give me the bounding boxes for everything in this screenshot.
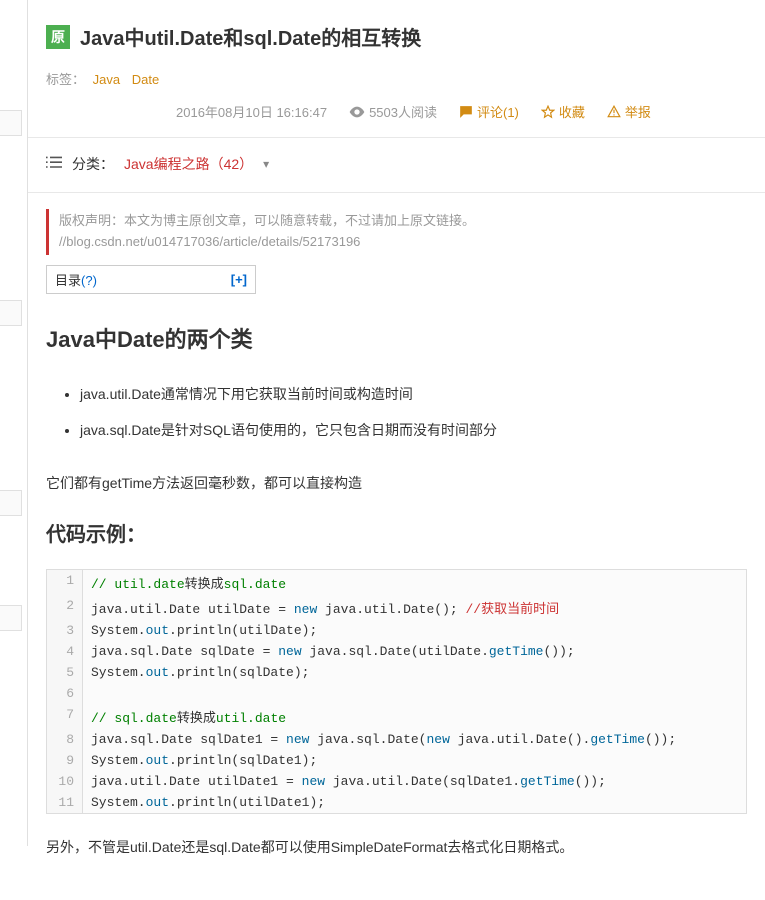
divider	[28, 137, 765, 138]
publish-date: 2016年08月10日 16:16:47	[176, 102, 327, 121]
category-label: 分类：	[72, 154, 114, 174]
toc-expand-button[interactable]: [+]	[231, 272, 247, 287]
left-sidebar-stubs	[0, 0, 28, 846]
section-heading-code: 代码示例：	[46, 518, 747, 547]
comments-link[interactable]: 评论(1)	[459, 102, 519, 121]
divider	[28, 192, 765, 193]
bullet-list: java.util.Date通常情况下用它获取当前时间或构造时间 java.sq…	[80, 376, 747, 449]
code-block: 1// util.date转换成sql.date 2java.util.Date…	[46, 569, 747, 814]
toc-help[interactable]: (?)	[81, 273, 97, 288]
original-badge: 原	[46, 25, 70, 49]
report-button[interactable]: 举报	[607, 102, 651, 121]
chevron-down-icon[interactable]: ▾	[263, 157, 269, 171]
paragraph: 它们都有getTime方法返回毫秒数，都可以直接构造	[46, 472, 747, 496]
list-icon	[46, 156, 62, 173]
copyright-notice: 版权声明：本文为博主原创文章，可以随意转载，不过请加上原文链接。 //blog.…	[46, 209, 747, 255]
read-count: 5503人阅读	[349, 102, 437, 121]
list-item: java.util.Date通常情况下用它获取当前时间或构造时间	[80, 376, 747, 412]
paragraph: 另外，不管是util.Date还是sql.Date都可以使用SimpleDate…	[46, 836, 747, 860]
section-heading-classes: Java中Date的两个类	[46, 322, 747, 354]
tag-link-date[interactable]: Date	[132, 72, 159, 87]
favorite-button[interactable]: 收藏	[541, 102, 585, 121]
tags-row: 标签： Java Date	[46, 69, 747, 88]
toc-box[interactable]: 目录(?) [+]	[46, 265, 256, 294]
tag-link-java[interactable]: Java	[93, 72, 120, 87]
page-title: Java中util.Date和sql.Date的相互转换	[80, 22, 421, 51]
list-item: java.sql.Date是针对SQL语句使用的，它只包含日期而没有时间部分	[80, 412, 747, 448]
toc-label: 目录	[55, 273, 81, 288]
category-row[interactable]: 分类： Java编程之路（42） ▾	[46, 154, 747, 174]
category-value[interactable]: Java编程之路（42）	[124, 154, 253, 174]
